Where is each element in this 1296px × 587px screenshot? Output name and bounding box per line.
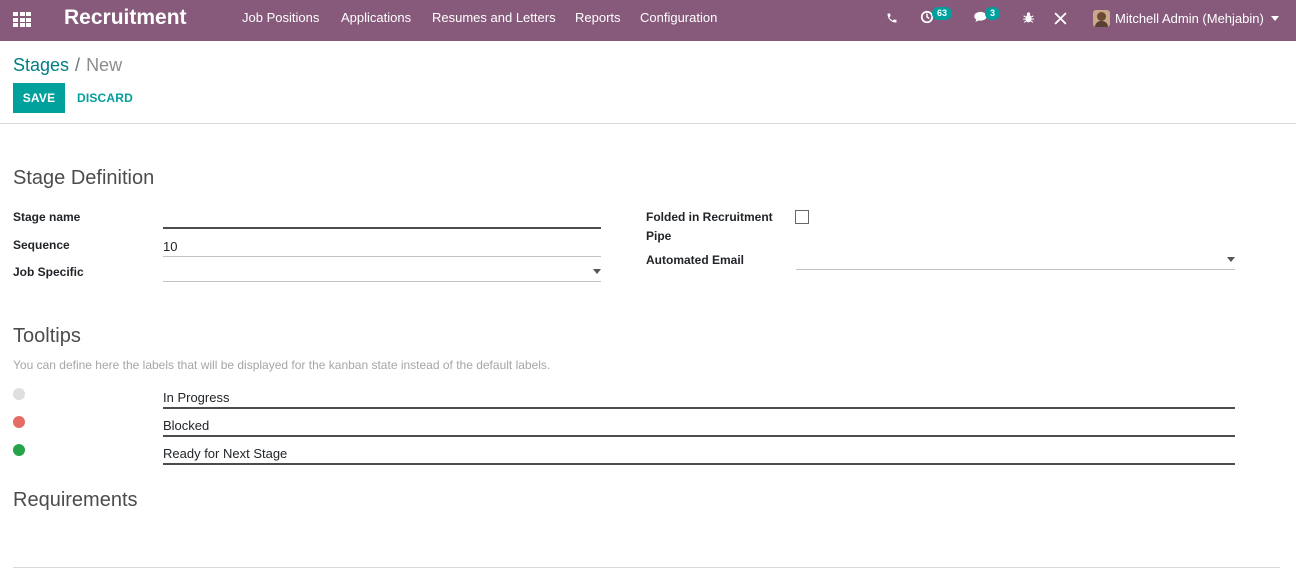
save-button[interactable]: SAVE	[13, 83, 65, 113]
activities-count-badge: 63	[932, 7, 953, 20]
legend-blocked-value: Blocked	[163, 418, 210, 433]
menu-reports[interactable]: Reports	[575, 11, 621, 25]
breadcrumb-current: New	[86, 55, 123, 75]
job-specific-label: Job Specific	[13, 265, 84, 279]
legend-normal-input[interactable]: In Progress	[163, 385, 1235, 409]
kanban-state-done-dot	[13, 444, 25, 456]
chevron-down-icon	[1227, 257, 1235, 262]
bug-icon[interactable]	[1022, 11, 1035, 24]
chevron-down-icon	[593, 269, 601, 274]
tools-icon[interactable]	[1054, 12, 1067, 25]
user-menu[interactable]: Mitchell Admin (Mehjabin)	[1093, 9, 1279, 27]
messages-count-badge: 3	[985, 7, 1001, 20]
kanban-state-normal-dot	[13, 388, 25, 400]
folded-label-line-1: Folded in Recruitment	[646, 210, 773, 224]
sequence-label: Sequence	[13, 238, 70, 252]
menu-applications[interactable]: Applications	[341, 11, 411, 25]
legend-done-input[interactable]: Ready for Next Stage	[163, 441, 1235, 465]
tooltips-help-text: You can define here the labels that will…	[13, 358, 551, 372]
legend-normal-value: In Progress	[163, 390, 230, 405]
kanban-state-blocked-dot	[13, 416, 25, 428]
folded-label: Folded in Recruitment Pipe	[646, 209, 773, 244]
chevron-down-icon	[1270, 15, 1279, 21]
avatar	[1093, 9, 1110, 27]
breadcrumb: Stages / New	[13, 54, 122, 76]
legend-blocked-input[interactable]: Blocked	[163, 413, 1235, 437]
job-specific-select[interactable]	[163, 262, 601, 282]
apps-grid-icon[interactable]	[13, 12, 31, 27]
legend-done-value: Ready for Next Stage	[163, 446, 288, 461]
discard-button[interactable]: DISCARD	[70, 83, 140, 113]
sequence-input[interactable]: 10	[163, 237, 601, 257]
stage-name-input[interactable]	[163, 209, 601, 229]
automated-email-label: Automated Email	[646, 253, 745, 267]
requirements-title: Requirements	[13, 489, 138, 511]
app-brand[interactable]: Recruitment	[64, 6, 187, 30]
top-navbar: Recruitment Job Positions Applications R…	[0, 0, 1296, 41]
breadcrumb-separator: /	[75, 55, 81, 75]
stage-definition-title: Stage Definition	[13, 167, 155, 189]
user-name: Mitchell Admin (Mehjabin)	[1115, 10, 1264, 26]
requirements-divider	[13, 567, 1280, 568]
folded-checkbox[interactable]	[795, 210, 809, 224]
folded-label-line-2: Pipe	[646, 229, 672, 243]
control-panel-divider	[0, 123, 1296, 124]
phone-icon[interactable]	[886, 12, 898, 24]
menu-configuration[interactable]: Configuration	[640, 11, 717, 25]
sequence-value: 10	[163, 239, 178, 254]
automated-email-select[interactable]	[796, 250, 1235, 270]
menu-job-positions[interactable]: Job Positions	[242, 11, 319, 25]
breadcrumb-stages-link[interactable]: Stages	[13, 55, 69, 75]
tooltips-title: Tooltips	[13, 325, 81, 347]
menu-resumes-and-letters[interactable]: Resumes and Letters	[432, 11, 556, 25]
stage-name-label: Stage name	[13, 210, 81, 224]
